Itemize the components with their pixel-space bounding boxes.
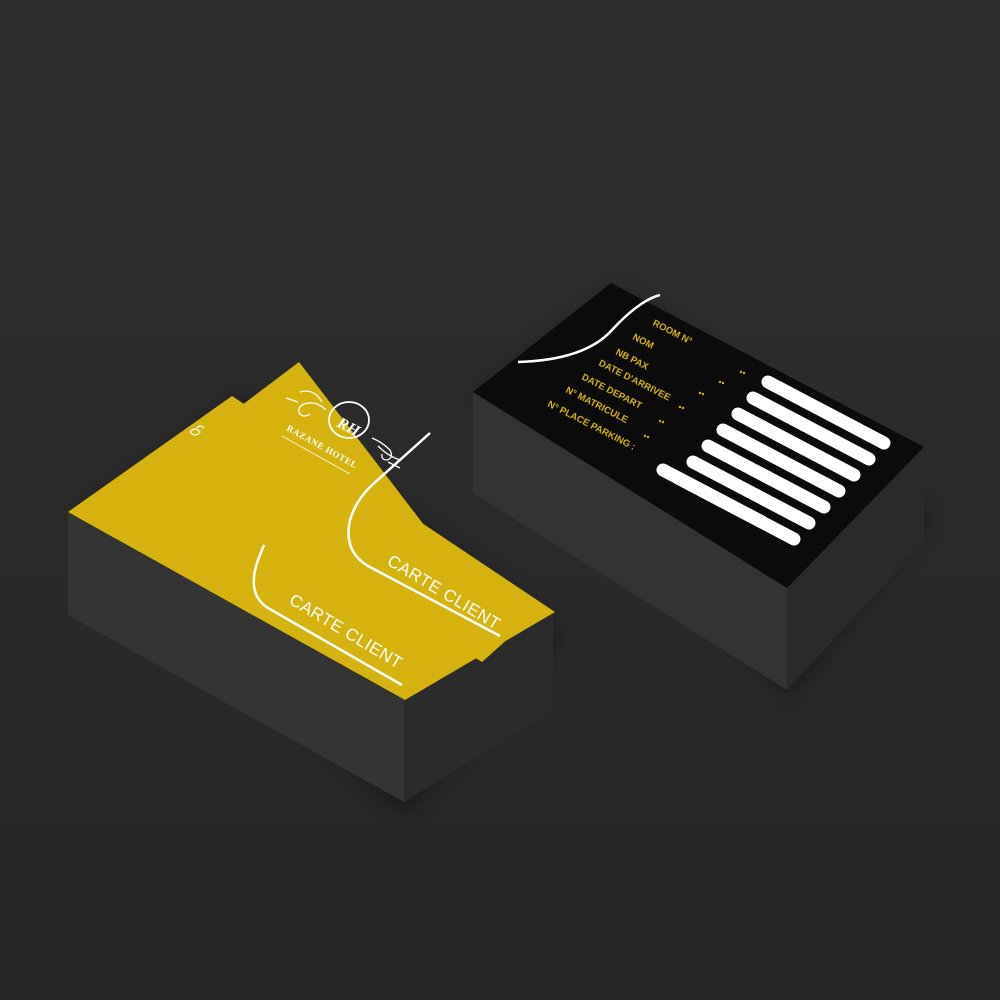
card-mockup-scene: ROOM N° NOM NB PAX DATE D'ARRIVEE DATE D… — [0, 0, 1000, 1000]
